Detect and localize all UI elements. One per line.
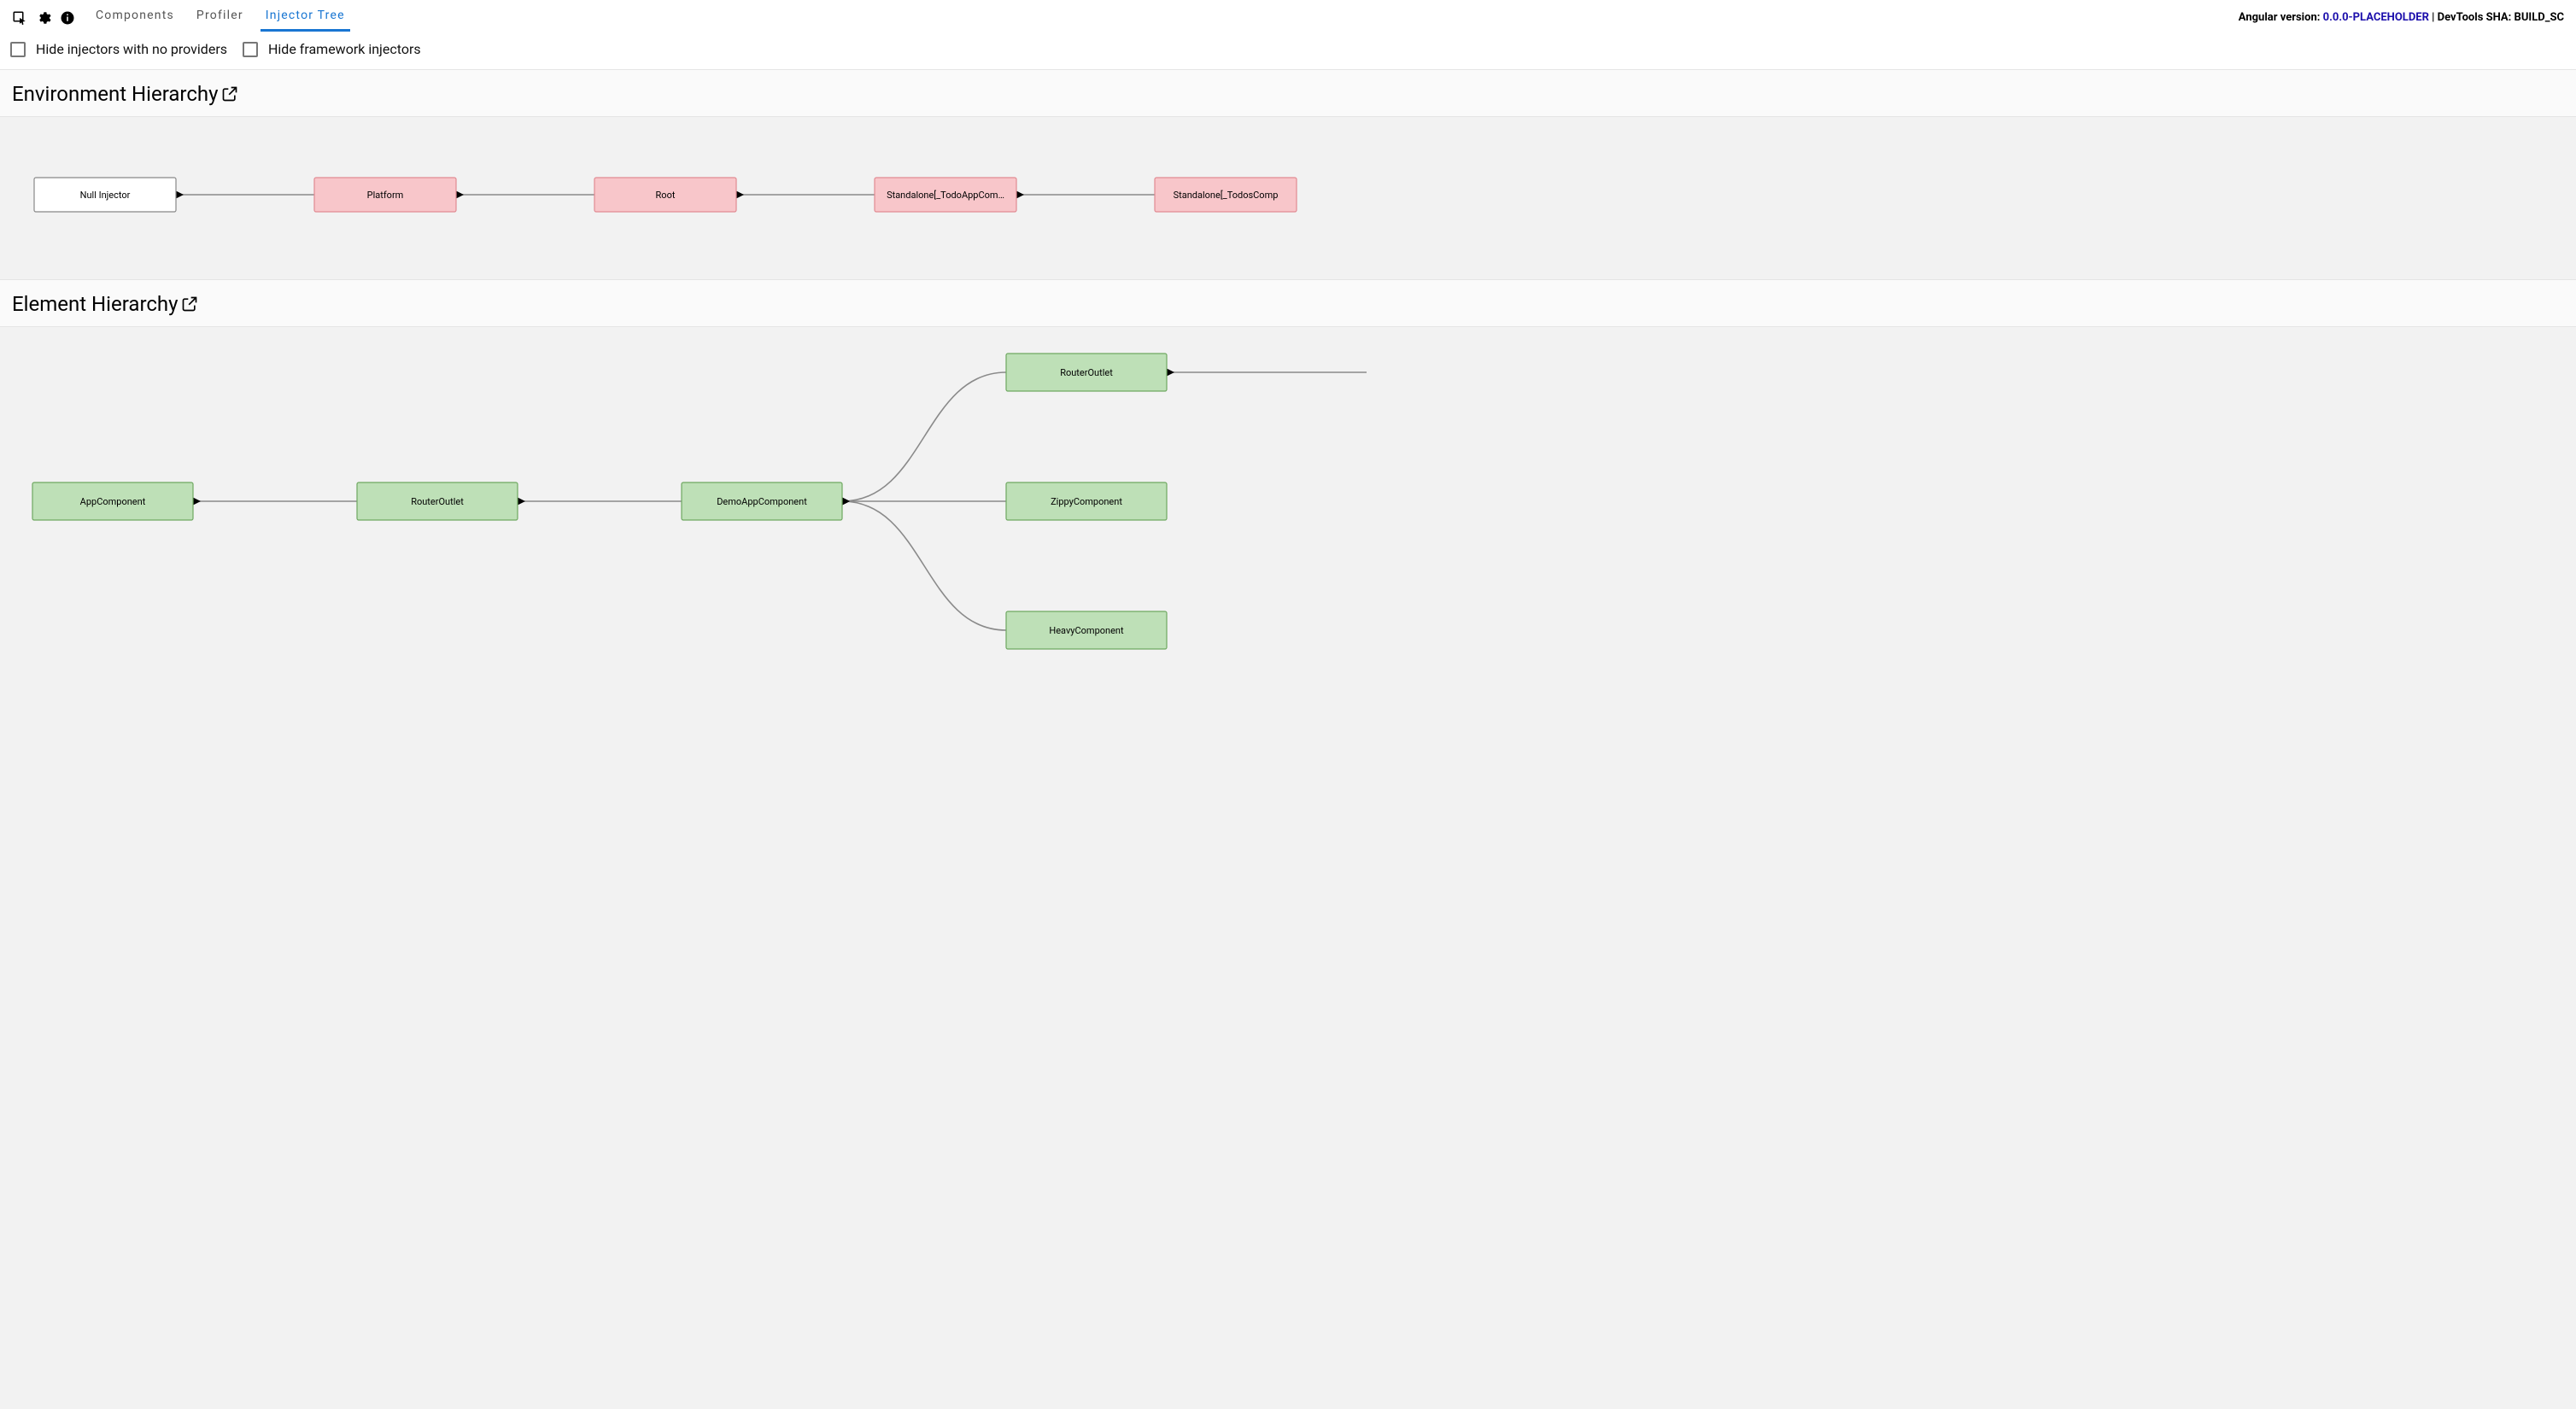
injector-node-zip[interactable]: ZippyComponent	[1006, 482, 1167, 520]
tab-profiler[interactable]: Profiler	[191, 3, 249, 32]
open-in-new-icon[interactable]	[221, 85, 238, 102]
tab-components[interactable]: Components	[91, 3, 179, 32]
svg-text:Platform: Platform	[367, 190, 404, 201]
info-icon[interactable]	[58, 9, 77, 27]
injector-node-sa2[interactable]: Standalone[_TodosComp	[1155, 178, 1297, 212]
checkbox-hide-framework[interactable]: Hide framework injectors	[243, 41, 421, 57]
svg-text:RouterOutlet: RouterOutlet	[411, 496, 464, 507]
injector-node-ro2[interactable]: RouterOutlet	[1006, 354, 1167, 391]
svg-text:ZippyComponent: ZippyComponent	[1051, 496, 1122, 507]
injector-node-null[interactable]: Null Injector	[34, 178, 176, 212]
injector-node-plat[interactable]: Platform	[314, 178, 456, 212]
svg-text:AppComponent: AppComponent	[80, 496, 146, 507]
svg-text:Null Injector: Null Injector	[80, 190, 131, 201]
section-header-element: Element Hierarchy	[0, 279, 2576, 327]
open-in-new-icon[interactable]	[181, 295, 198, 313]
checkbox-hide-empty[interactable]: Hide injectors with no providers	[10, 41, 227, 57]
injector-node-sa1[interactable]: Standalone[_TodoAppCom…	[875, 178, 1016, 212]
toolbar: Components Profiler Injector Tree Angula…	[0, 0, 2576, 32]
checkbox-hide-framework-label: Hide framework injectors	[268, 41, 421, 57]
element-hierarchy-pane[interactable]: AppComponent RouterOutlet DemoAppComponent…	[0, 327, 2576, 1409]
svg-text:Standalone[_TodoAppCom…: Standalone[_TodoAppCom…	[887, 190, 1004, 201]
injector-node-root[interactable]: Root	[594, 178, 736, 212]
injector-node-app[interactable]: AppComponent	[32, 482, 193, 520]
checkbox-hide-empty-label: Hide injectors with no providers	[36, 41, 227, 57]
svg-text:HeavyComponent: HeavyComponent	[1049, 625, 1124, 636]
tabs: Components Profiler Injector Tree	[91, 3, 350, 32]
svg-text:RouterOutlet: RouterOutlet	[1060, 367, 1113, 378]
version-info: Angular version: 0.0.0-PLACEHOLDER | Dev…	[2239, 11, 2566, 24]
section-header-environment: Environment Hierarchy	[0, 69, 2576, 117]
injector-node-hvy[interactable]: HeavyComponent	[1006, 611, 1167, 649]
checkbox-box-icon	[10, 42, 26, 57]
svg-text:Standalone[_TodosComp: Standalone[_TodosComp	[1174, 190, 1279, 201]
section-title-element: Element Hierarchy	[12, 292, 178, 316]
injector-node-demo[interactable]: DemoAppComponent	[682, 482, 842, 520]
inspect-icon[interactable]	[10, 9, 29, 27]
version-label: Angular version:	[2239, 11, 2323, 24]
filters-row: Hide injectors with no providers Hide fr…	[0, 32, 2576, 69]
checkbox-box-icon	[243, 42, 258, 57]
tab-injector-tree[interactable]: Injector Tree	[261, 3, 350, 32]
environment-hierarchy-pane[interactable]: Null Injector Platform Root Standalone[_Tod…	[0, 117, 2576, 279]
svg-text:Root: Root	[656, 190, 676, 201]
sha-value: BUILD_SC	[2515, 11, 2564, 24]
injector-node-ro1[interactable]: RouterOutlet	[357, 482, 518, 520]
version-value: 0.0.0-PLACEHOLDER	[2323, 11, 2429, 24]
gear-icon[interactable]	[34, 9, 53, 27]
svg-text:DemoAppComponent: DemoAppComponent	[717, 496, 807, 507]
section-title-environment: Environment Hierarchy	[12, 82, 218, 106]
sha-label: | DevTools SHA:	[2429, 11, 2515, 24]
